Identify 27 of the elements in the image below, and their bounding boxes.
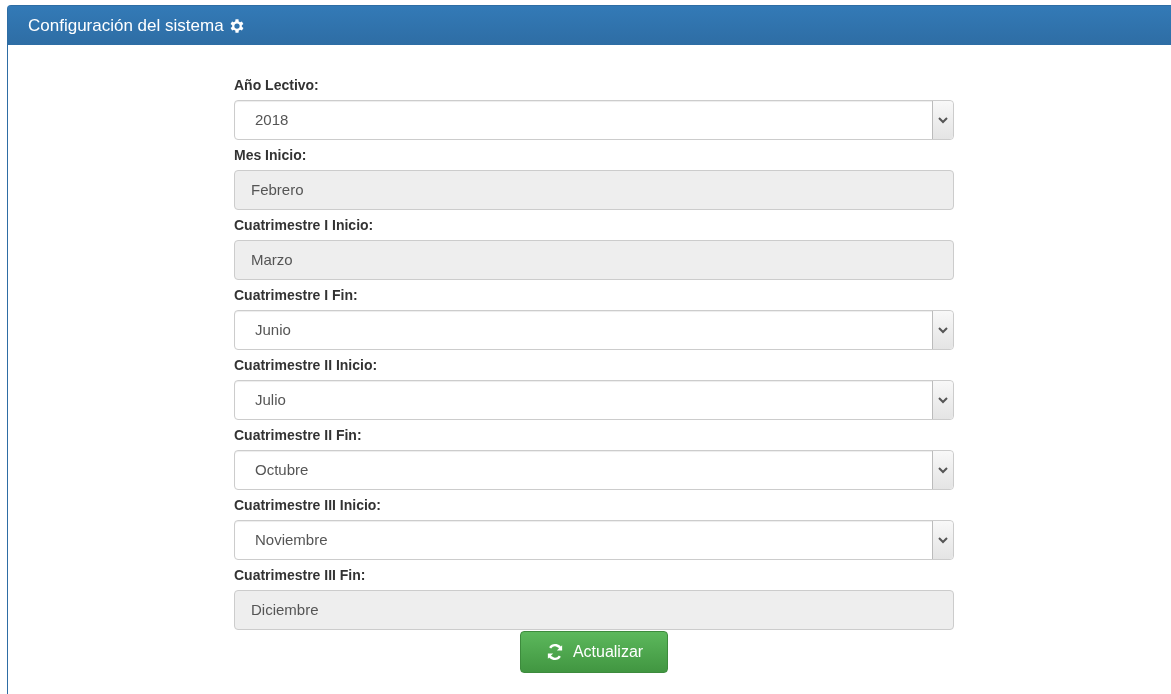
select-field[interactable]: Julio xyxy=(234,380,954,420)
field-label: Cuatrimestre I Inicio: xyxy=(234,216,375,235)
field-label: Año Lectivo: xyxy=(234,76,320,95)
select-value: Julio xyxy=(254,389,287,410)
readonly-field: Diciembre xyxy=(234,590,954,630)
dropdown-caret-icon xyxy=(932,521,953,559)
dropdown-caret-icon xyxy=(932,451,953,489)
dropdown-caret-icon xyxy=(932,101,953,139)
select-value: 2018 xyxy=(254,109,290,130)
dropdown-caret-icon xyxy=(932,381,953,419)
select-field[interactable]: Octubre xyxy=(234,450,954,490)
field-label: Cuatrimestre II Fin: xyxy=(234,426,363,445)
readonly-field: Febrero xyxy=(234,170,954,210)
dropdown-caret-icon xyxy=(932,311,953,349)
panel-title: Configuración del sistema xyxy=(28,14,224,37)
select-value: Noviembre xyxy=(254,529,329,550)
field-label: Cuatrimestre II Inicio: xyxy=(234,356,379,375)
select-field[interactable]: 2018 xyxy=(234,100,954,140)
field-label: Cuatrimestre I Fin: xyxy=(234,286,359,305)
select-value: Junio xyxy=(254,319,292,340)
field-label: Cuatrimestre III Inicio: xyxy=(234,496,383,515)
readonly-field: Marzo xyxy=(234,240,954,280)
select-field[interactable]: Noviembre xyxy=(234,520,954,560)
field-label: Mes Inicio: xyxy=(234,146,308,165)
field-label: Cuatrimestre III Fin: xyxy=(234,566,367,585)
select-value: Octubre xyxy=(254,459,310,480)
select-field[interactable]: Junio xyxy=(234,310,954,350)
